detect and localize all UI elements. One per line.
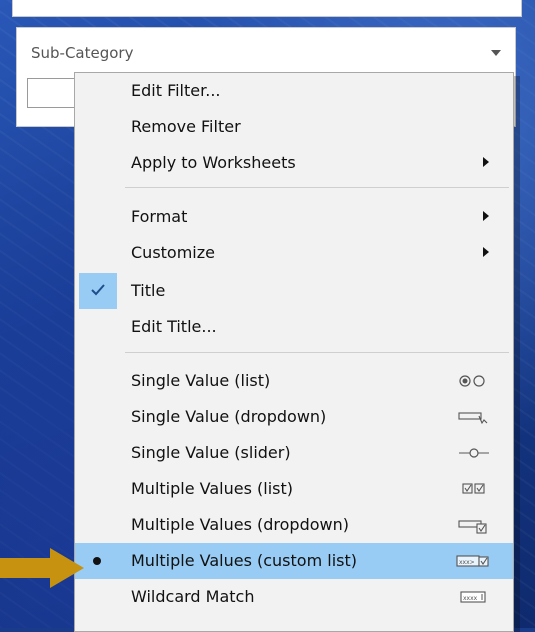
checkboxes-icon	[462, 483, 485, 494]
submenu-arrow-icon	[483, 211, 489, 221]
menu-item-single-value-list[interactable]: Single Value (list)	[75, 363, 513, 399]
menu-item-label: Remove Filter	[131, 117, 241, 136]
submenu-arrow-icon	[483, 247, 489, 257]
menu-item-label: Format	[131, 207, 188, 226]
menu-item-format[interactable]: Format	[75, 199, 513, 235]
menu-item-multiple-values-custom-list[interactable]: Multiple Values (custom list) xxx>	[75, 543, 513, 579]
side-panel	[12, 0, 522, 17]
slider-icon	[459, 448, 489, 458]
pointer-arrow-icon	[0, 548, 84, 588]
menu-item-remove-filter[interactable]: Remove Filter	[75, 109, 513, 145]
menu-item-wildcard-match[interactable]: Wildcard Match xxxx	[75, 579, 513, 615]
menu-item-multiple-values-dropdown[interactable]: Multiple Values (dropdown)	[75, 507, 513, 543]
menu-item-label: Wildcard Match	[131, 587, 255, 606]
menu-item-label: Single Value (slider)	[131, 443, 291, 462]
submenu-arrow-icon	[483, 157, 489, 167]
menu-item-label: Apply to Worksheets	[131, 153, 296, 172]
menu-item-edit-title[interactable]: Edit Title...	[75, 309, 513, 345]
menu-item-single-value-slider[interactable]: Single Value (slider)	[75, 435, 513, 471]
wildcard-icon-text: xxxx	[463, 595, 478, 602]
menu-item-label: Single Value (dropdown)	[131, 407, 327, 426]
menu-item-multiple-values-list[interactable]: Multiple Values (list)	[75, 471, 513, 507]
menu-item-label: Multiple Values (custom list)	[131, 551, 357, 570]
menu-item-apply-to-worksheets[interactable]: Apply to Worksheets	[75, 145, 513, 181]
menu-separator	[125, 352, 509, 353]
menu-item-label: Multiple Values (list)	[131, 479, 293, 498]
checked-indicator	[79, 273, 117, 309]
dropdown-checkbox-icon	[458, 520, 487, 534]
dropdown-select-icon	[458, 412, 488, 425]
wildcard-icon: xxxx	[460, 591, 486, 603]
custom-list-icon: xxx>	[456, 555, 489, 567]
menu-item-label: Edit Filter...	[131, 81, 221, 100]
chevron-down-icon[interactable]	[489, 45, 503, 59]
context-menu: Edit Filter... Remove Filter Apply to Wo…	[74, 72, 514, 632]
menu-item-edit-filter[interactable]: Edit Filter...	[75, 73, 513, 109]
menu-item-label: Edit Title...	[131, 317, 217, 336]
radio-buttons-icon	[459, 375, 485, 387]
menu-item-label: Multiple Values (dropdown)	[131, 515, 349, 534]
menu-item-label: Customize	[131, 243, 215, 262]
menu-item-label: Single Value (list)	[131, 371, 271, 390]
menu-separator	[125, 187, 509, 188]
menu-item-customize[interactable]: Customize	[75, 235, 513, 271]
filter-title: Sub-Category	[31, 44, 134, 62]
menu-item-label: Title	[131, 281, 166, 300]
checkmark-icon	[91, 284, 105, 296]
menu-item-title[interactable]: Title	[75, 273, 513, 309]
custom-list-icon-text: xxx>	[459, 559, 475, 566]
menu-item-single-value-dropdown[interactable]: Single Value (dropdown)	[75, 399, 513, 435]
